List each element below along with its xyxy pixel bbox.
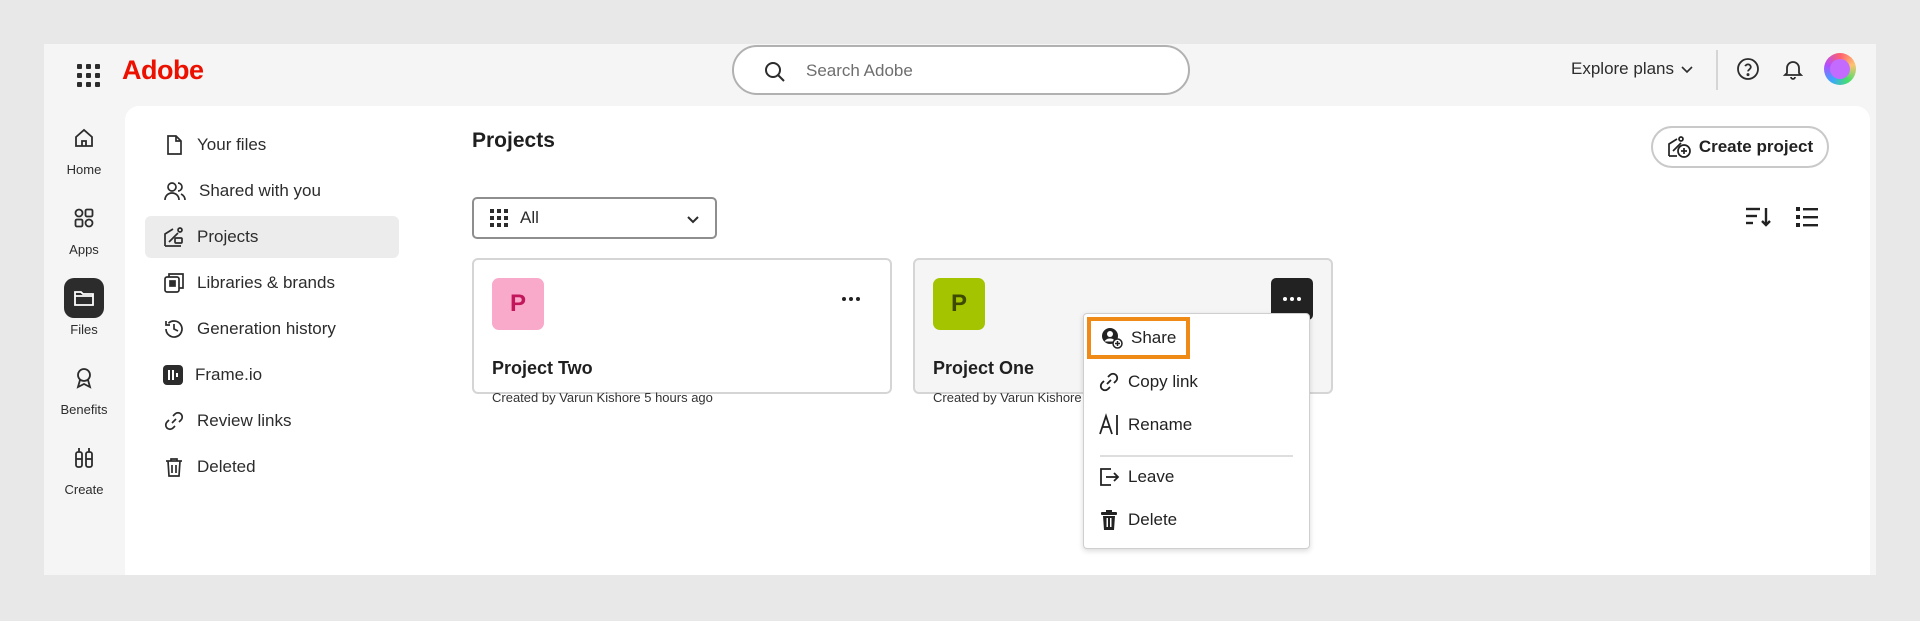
sidenav-item-shared[interactable]: Shared with you bbox=[145, 170, 399, 212]
sidenav-item-label: Review links bbox=[197, 411, 292, 430]
explore-plans-label: Explore plans bbox=[1571, 59, 1675, 78]
filter-value: All bbox=[520, 208, 539, 227]
adobe-logo[interactable]: Adobe bbox=[122, 55, 204, 86]
project-thumbnail: P bbox=[492, 278, 544, 330]
trash-icon bbox=[1101, 510, 1117, 530]
sidenav-item-frameio[interactable]: Frame.io bbox=[145, 354, 399, 396]
sidenav-item-label: Libraries & brands bbox=[197, 273, 335, 292]
sidenav-item-label: Deleted bbox=[197, 457, 256, 476]
search-icon bbox=[765, 62, 785, 82]
sidenav-item-label: Projects bbox=[197, 227, 259, 246]
search-input[interactable] bbox=[806, 59, 1166, 83]
home-icon bbox=[64, 118, 104, 158]
more-icon bbox=[1283, 297, 1301, 301]
link-icon bbox=[164, 411, 184, 431]
rail-item-apps[interactable]: Apps bbox=[44, 198, 124, 257]
files-sidenav: Your files Shared with you Projects Libr… bbox=[145, 124, 399, 492]
app-window: Adobe Explore plans Home bbox=[44, 44, 1876, 575]
chevron-down-icon bbox=[687, 216, 699, 224]
people-icon bbox=[164, 182, 186, 201]
rail-label: Create bbox=[64, 482, 104, 497]
rail-item-files[interactable]: Files bbox=[44, 278, 124, 337]
filter-dropdown[interactable]: All bbox=[472, 197, 717, 239]
project-icon bbox=[164, 227, 183, 247]
menu-item-leave[interactable]: Leave bbox=[1098, 462, 1174, 492]
rail-item-create[interactable]: Create bbox=[44, 438, 124, 497]
top-bar: Adobe Explore plans bbox=[44, 44, 1876, 106]
project-name: Project Two bbox=[492, 358, 593, 378]
project-name: Project One bbox=[933, 358, 1035, 378]
badge-icon bbox=[64, 358, 104, 398]
share-user-icon bbox=[1102, 328, 1123, 349]
menu-item-label: Delete bbox=[1128, 510, 1178, 529]
sort-icon[interactable] bbox=[1744, 205, 1772, 234]
create-icon bbox=[64, 438, 104, 478]
sidenav-item-libraries[interactable]: Libraries & brands bbox=[145, 262, 399, 304]
create-project-button[interactable]: Create project bbox=[1651, 126, 1829, 168]
list-view-icon[interactable] bbox=[1795, 205, 1819, 234]
apps-icon bbox=[64, 198, 104, 238]
file-icon bbox=[167, 135, 182, 155]
rail-label: Apps bbox=[69, 242, 99, 257]
menu-item-label: Copy link bbox=[1128, 372, 1198, 391]
rename-icon bbox=[1099, 413, 1118, 435]
menu-item-share[interactable]: Share bbox=[1087, 317, 1190, 359]
rail-item-benefits[interactable]: Benefits bbox=[44, 358, 124, 417]
menu-item-rename[interactable]: Rename bbox=[1098, 410, 1192, 440]
sidenav-item-generation-history[interactable]: Generation history bbox=[145, 308, 399, 350]
project-meta: Created by Varun Kishore bbox=[933, 390, 1082, 405]
explore-plans-dropdown[interactable]: Explore plans bbox=[1571, 59, 1694, 79]
sidenav-item-label: Your files bbox=[197, 135, 267, 154]
frameio-icon bbox=[163, 365, 183, 385]
create-project-label: Create project bbox=[1698, 137, 1814, 156]
sidenav-item-label: Frame.io bbox=[195, 365, 263, 384]
context-menu: Share Copy link Rename Leave Delete bbox=[1083, 313, 1310, 549]
search-bar[interactable] bbox=[732, 45, 1190, 95]
header-divider bbox=[1716, 50, 1718, 90]
rail-item-home[interactable]: Home bbox=[44, 118, 124, 177]
rail-label: Benefits bbox=[60, 402, 108, 417]
trash-icon bbox=[166, 458, 182, 477]
page-title: Projects bbox=[472, 129, 555, 152]
apps-grid-icon[interactable] bbox=[72, 59, 102, 89]
menu-divider bbox=[1100, 455, 1293, 457]
menu-item-label: Leave bbox=[1128, 467, 1175, 486]
more-options-button[interactable] bbox=[830, 278, 872, 320]
left-rail: Home Apps Files Benefits Create bbox=[44, 106, 124, 575]
avatar[interactable] bbox=[1824, 53, 1856, 85]
menu-item-delete[interactable]: Delete bbox=[1098, 505, 1177, 535]
link-icon bbox=[1099, 372, 1119, 392]
menu-item-label: Rename bbox=[1128, 415, 1193, 434]
sidenav-item-deleted[interactable]: Deleted bbox=[145, 446, 399, 488]
content-panel: Your files Shared with you Projects Libr… bbox=[125, 106, 1870, 575]
sidenav-item-label: Generation history bbox=[197, 319, 336, 338]
chevron-down-icon bbox=[1681, 66, 1693, 74]
project-meta: Created by Varun Kishore 5 hours ago bbox=[492, 390, 713, 405]
sidenav-item-review-links[interactable]: Review links bbox=[145, 400, 399, 442]
library-icon bbox=[164, 273, 184, 293]
create-project-icon bbox=[1667, 136, 1691, 158]
more-icon bbox=[842, 297, 860, 301]
leave-icon bbox=[1100, 468, 1120, 486]
history-icon bbox=[165, 320, 183, 338]
bell-icon[interactable] bbox=[1779, 55, 1807, 83]
menu-item-copy-link[interactable]: Copy link bbox=[1098, 367, 1198, 397]
rail-label: Home bbox=[66, 162, 102, 177]
project-thumbnail: P bbox=[933, 278, 985, 330]
grid-icon bbox=[490, 209, 508, 227]
sidenav-item-projects[interactable]: Projects bbox=[145, 216, 399, 258]
menu-item-label: Share bbox=[1131, 328, 1177, 347]
folder-icon bbox=[64, 278, 104, 318]
help-icon[interactable] bbox=[1734, 55, 1762, 83]
sidenav-item-your-files[interactable]: Your files bbox=[145, 124, 399, 166]
sidenav-item-label: Shared with you bbox=[199, 181, 321, 200]
rail-label: Files bbox=[70, 322, 98, 337]
project-card[interactable]: P Project Two Created by Varun Kishore 5… bbox=[472, 258, 892, 405]
